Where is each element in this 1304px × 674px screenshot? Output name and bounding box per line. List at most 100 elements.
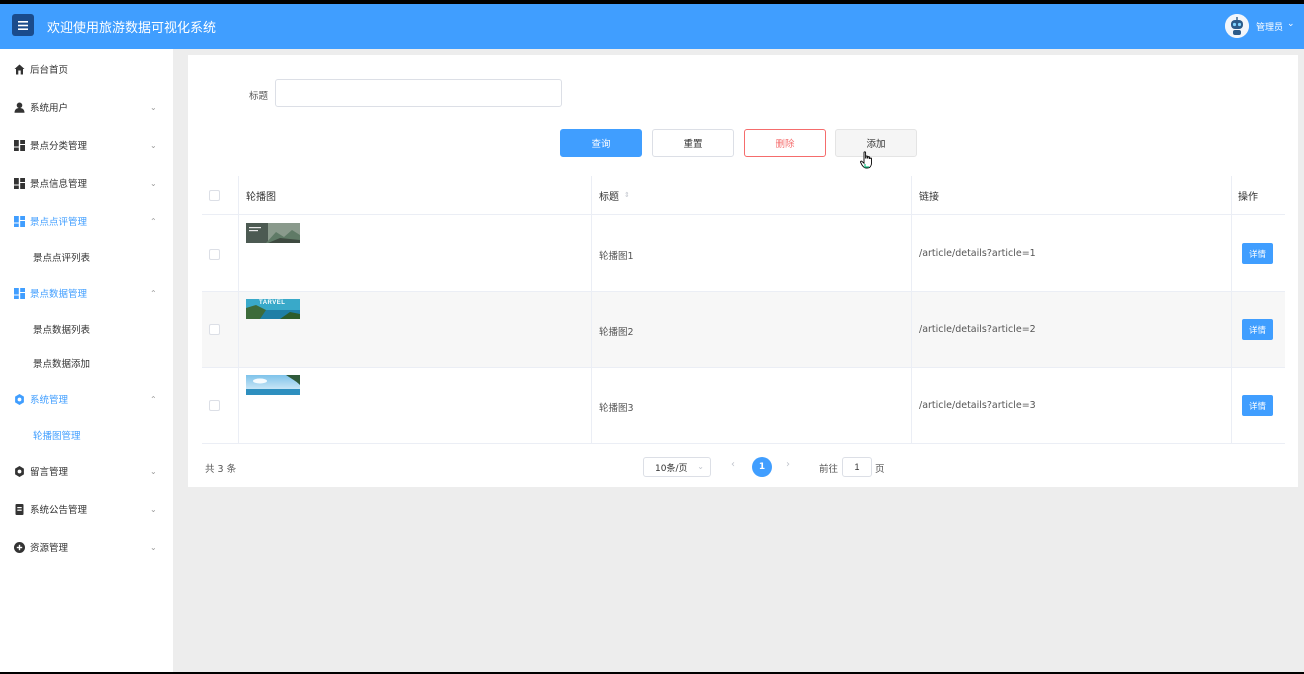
detail-button[interactable]: 详情 [1242, 319, 1273, 340]
sidebar-subitem-carousel[interactable]: 轮播图管理 [0, 420, 173, 450]
table-header: 轮播图 标题 ⇕ 链接 操作 [202, 176, 1285, 215]
page-number-current[interactable]: 1 [752, 457, 772, 477]
sidebar-item-spot-info[interactable]: 景点信息管理 ⌄ [0, 168, 173, 198]
delete-button[interactable]: 删除 [744, 129, 826, 157]
sidebar-item-label: 系统用户 [30, 103, 69, 114]
sidebar-item-label: 景点数据列表 [33, 325, 91, 336]
sidebar-item-label: 资源管理 [30, 543, 69, 554]
sort-icon[interactable]: ⇕ [624, 192, 630, 199]
add-button[interactable]: 添加 [835, 129, 917, 157]
sidebar-subitem-data-list[interactable]: 景点数据列表 [0, 314, 173, 344]
sidebar-item-label: 景点点评管理 [30, 217, 88, 228]
app-title: 欢迎使用旅游数据可视化系统 [47, 21, 217, 36]
row-checkbox[interactable] [209, 249, 220, 260]
chevron-up-icon: ⌃ [150, 394, 157, 404]
robot-avatar-icon[interactable] [1225, 14, 1249, 38]
search-input[interactable] [275, 79, 562, 107]
carousel-table: 轮播图 标题 ⇕ 链接 操作 轮播图1 /article/details?arti… [202, 176, 1285, 444]
prev-page-button[interactable]: ‹ [731, 459, 735, 470]
sidebar-item-system-users[interactable]: 系统用户 ⌄ [0, 92, 173, 122]
chevron-down-icon: ⌄ [150, 466, 157, 476]
chevron-down-icon: ⌄ [697, 462, 704, 471]
column-divider [1231, 176, 1232, 444]
row-link: /article/details?article=2 [919, 324, 1036, 335]
sidebar-item-category[interactable]: 景点分类管理 ⌄ [0, 130, 173, 160]
row-title: 轮播图3 [599, 403, 634, 414]
column-header-label: 链接 [919, 192, 939, 203]
thumbnail-caption: TARVEL [259, 300, 286, 306]
sidebar-item-reviews[interactable]: 景点点评管理 ⌃ [0, 206, 173, 236]
row-checkbox[interactable] [209, 324, 220, 335]
user-name[interactable]: 管理员 [1256, 20, 1283, 33]
goto-page-input[interactable] [842, 457, 872, 477]
grid-icon [14, 287, 25, 299]
column-header-title[interactable]: 标题 ⇕ [599, 176, 630, 215]
column-header-label: 标题 [599, 192, 619, 203]
gear-icon [15, 465, 24, 477]
beach-sky-thumbnail [246, 375, 300, 395]
query-button[interactable]: 查询 [560, 129, 642, 157]
sidebar-item-announcements[interactable]: 系统公告管理 ⌄ [0, 494, 173, 524]
home-icon [14, 64, 25, 74]
total-count: 共 3 条 [205, 464, 237, 475]
sidebar-subitem-review-list[interactable]: 景点点评列表 [0, 242, 173, 272]
app-root: 欢迎使用旅游数据可视化系统 管理员 ⌄ 后台首页 系统用户 ⌄ 景点分类管理 ⌄… [0, 4, 1304, 672]
sidebar-item-system-management[interactable]: 系统管理 ⌃ [0, 384, 173, 414]
column-header-link: 链接 [919, 176, 939, 215]
column-header-image: 轮播图 [246, 176, 276, 215]
column-header-label: 轮播图 [246, 192, 276, 203]
gear-icon [15, 393, 24, 405]
chevron-down-icon: ⌄ [150, 178, 157, 188]
detail-button[interactable]: 详情 [1242, 395, 1273, 416]
column-header-label: 操作 [1238, 192, 1258, 203]
grid-icon [14, 139, 25, 151]
sidebar: 后台首页 系统用户 ⌄ 景点分类管理 ⌄ 景点信息管理 ⌄ 景点点评管理 ⌃ 景… [0, 49, 173, 672]
main-panel: 标题 查询 重置 删除 添加 轮播图 标题 ⇕ 链接 操作 轮播图1 /arti… [188, 55, 1298, 487]
top-header: 欢迎使用旅游数据可视化系统 管理员 ⌄ [0, 4, 1304, 49]
sidebar-item-home[interactable]: 后台首页 [0, 54, 173, 84]
column-divider [238, 176, 239, 444]
next-page-button[interactable]: › [786, 459, 790, 470]
sidebar-item-label: 景点数据管理 [30, 289, 88, 300]
search-label: 标题 [249, 91, 269, 102]
sidebar-item-label: 后台首页 [30, 65, 69, 76]
sidebar-item-label: 轮播图管理 [33, 431, 81, 442]
sidebar-item-messages[interactable]: 留言管理 ⌄ [0, 456, 173, 486]
column-header-actions: 操作 [1238, 176, 1258, 215]
select-all-checkbox[interactable] [209, 190, 220, 201]
chevron-down-icon: ⌄ [150, 140, 157, 150]
row-title: 轮播图1 [599, 251, 634, 262]
page-size-select[interactable]: 10条/页 ⌄ [643, 457, 711, 477]
mountain-banner-thumbnail [246, 223, 300, 243]
row-link: /article/details?article=3 [919, 400, 1036, 411]
hamburger-icon[interactable] [12, 14, 34, 36]
reset-button[interactable]: 重置 [652, 129, 734, 157]
row-title: 轮播图2 [599, 327, 634, 338]
sidebar-item-resources[interactable]: 资源管理 ⌄ [0, 532, 173, 562]
goto-suffix: 页 [875, 464, 885, 475]
chevron-up-icon: ⌃ [150, 288, 157, 298]
sidebar-item-label: 景点分类管理 [30, 141, 88, 152]
user-icon [14, 102, 25, 113]
sidebar-item-label: 景点信息管理 [30, 179, 88, 190]
sidebar-item-label: 景点点评列表 [33, 253, 91, 264]
chevron-down-icon[interactable]: ⌄ [1287, 19, 1295, 29]
travel-coast-thumbnail: TARVEL [246, 299, 300, 319]
column-divider [591, 176, 592, 444]
page-size-value: 10条/页 [655, 463, 688, 474]
row-checkbox[interactable] [209, 400, 220, 411]
chevron-up-icon: ⌃ [150, 216, 157, 226]
column-divider [911, 176, 912, 444]
grid-icon [14, 215, 25, 227]
row-link: /article/details?article=1 [919, 248, 1036, 259]
chevron-down-icon: ⌄ [150, 102, 157, 112]
sidebar-item-label: 系统管理 [30, 395, 69, 406]
sidebar-item-spot-data[interactable]: 景点数据管理 ⌃ [0, 278, 173, 308]
table-row: 轮播图1 /article/details?article=1 详情 [202, 216, 1285, 292]
detail-button[interactable]: 详情 [1242, 243, 1273, 264]
table-row: TARVEL 轮播图2 /article/details?article=2 详… [202, 292, 1285, 368]
plus-circle-icon [14, 541, 25, 553]
sidebar-subitem-data-add[interactable]: 景点数据添加 [0, 348, 173, 378]
document-icon [15, 503, 24, 515]
sidebar-item-label: 景点数据添加 [33, 359, 91, 370]
